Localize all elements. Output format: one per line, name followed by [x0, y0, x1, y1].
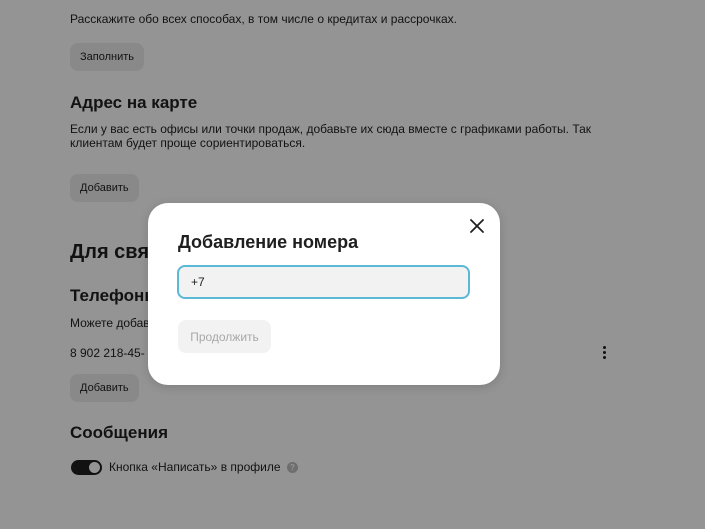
phone-number-input[interactable]: [177, 265, 470, 299]
continue-button[interactable]: Продолжить: [178, 320, 271, 353]
close-icon: [470, 219, 484, 233]
add-number-modal: Добавление номера Продолжить: [148, 203, 500, 385]
page: Расскажите обо всех способах, в том числ…: [0, 0, 705, 529]
close-modal-button[interactable]: [468, 217, 486, 235]
modal-title: Добавление номера: [178, 232, 359, 252]
